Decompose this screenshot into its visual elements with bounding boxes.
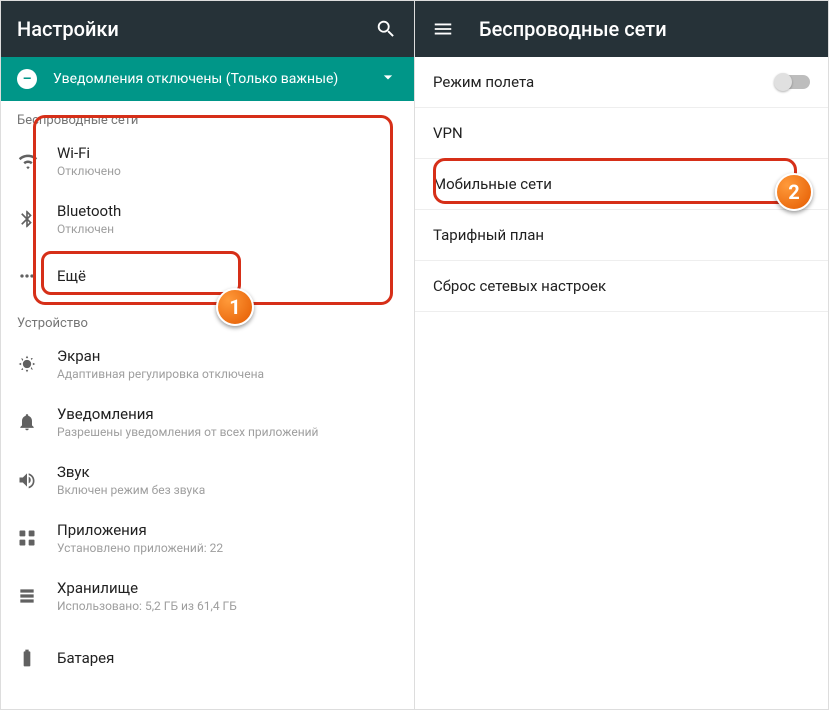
sound-item[interactable]: Звук Включен режим без звука [1, 451, 414, 509]
airplane-switch[interactable] [776, 75, 810, 89]
airplane-row[interactable]: Режим полета [415, 57, 828, 108]
page-title-right: Беспроводные сети [479, 17, 812, 41]
tariff-label: Тарифный план [433, 226, 810, 244]
banner-text: Уведомления отключены (Только важные) [53, 70, 370, 88]
reset-label: Сброс сетевых настроек [433, 277, 810, 295]
bluetooth-item[interactable]: Bluetooth Отключен [1, 190, 414, 248]
more-label: Ещё [57, 267, 398, 285]
wifi-item[interactable]: Wi-Fi Отключено [1, 132, 414, 190]
menu-icon[interactable] [431, 17, 455, 41]
battery-label: Батарея [57, 649, 398, 667]
apps-icon [17, 528, 57, 548]
vpn-row[interactable]: VPN [415, 108, 828, 159]
minus-icon: – [17, 69, 37, 89]
notifications-item[interactable]: Уведомления Разрешены уведомления от все… [1, 393, 414, 451]
mobile-label: Мобильные сети [433, 175, 810, 193]
sound-label: Звук [57, 463, 398, 481]
section-device: Устройство [1, 304, 414, 335]
bluetooth-label: Bluetooth [57, 202, 398, 220]
reset-row[interactable]: Сброс сетевых настроек [415, 261, 828, 312]
storage-icon [17, 586, 57, 606]
mobile-networks-row[interactable]: Мобильные сети [415, 159, 828, 210]
appbar-left: Настройки [1, 1, 414, 57]
appbar-right: Беспроводные сети [415, 1, 828, 57]
page-title: Настройки [17, 17, 374, 41]
storage-sub: Использовано: 5,2 ГБ из 61,4 ГБ [57, 599, 398, 613]
section-wireless: Беспроводные сети [1, 101, 414, 132]
wifi-sub: Отключено [57, 164, 398, 178]
more-icon [17, 266, 57, 286]
display-label: Экран [57, 347, 398, 365]
more-item[interactable]: Ещё [1, 248, 414, 304]
wireless-panel: Беспроводные сети Режим полета VPN Мобил… [415, 1, 828, 709]
bluetooth-icon [17, 209, 57, 229]
display-item[interactable]: Экран Адаптивная регулировка отключена [1, 335, 414, 393]
battery-item[interactable]: Батарея [1, 625, 414, 681]
notifications-banner[interactable]: – Уведомления отключены (Только важные) [1, 57, 414, 101]
notifications-sub: Разрешены уведомления от всех приложений [57, 425, 398, 439]
wifi-label: Wi-Fi [57, 144, 398, 162]
search-icon[interactable] [374, 17, 398, 41]
notifications-label: Уведомления [57, 405, 398, 423]
battery-icon [17, 648, 57, 668]
sound-sub: Включен режим без звука [57, 483, 398, 497]
chevron-down-icon [378, 67, 398, 91]
apps-sub: Установлено приложений: 22 [57, 541, 398, 555]
apps-label: Приложения [57, 521, 398, 539]
bell-icon [17, 412, 57, 432]
storage-item[interactable]: Хранилище Использовано: 5,2 ГБ из 61,4 Г… [1, 567, 414, 625]
settings-panel: Настройки – Уведомления отключены (Тольк… [1, 1, 415, 709]
storage-label: Хранилище [57, 579, 398, 597]
sound-icon [17, 470, 57, 490]
display-sub: Адаптивная регулировка отключена [57, 367, 398, 381]
airplane-label: Режим полета [433, 73, 776, 91]
wifi-icon [17, 150, 57, 172]
tariff-row[interactable]: Тарифный план [415, 210, 828, 261]
apps-item[interactable]: Приложения Установлено приложений: 22 [1, 509, 414, 567]
display-icon [17, 354, 57, 374]
bluetooth-sub: Отключен [57, 222, 398, 236]
vpn-label: VPN [433, 124, 810, 142]
